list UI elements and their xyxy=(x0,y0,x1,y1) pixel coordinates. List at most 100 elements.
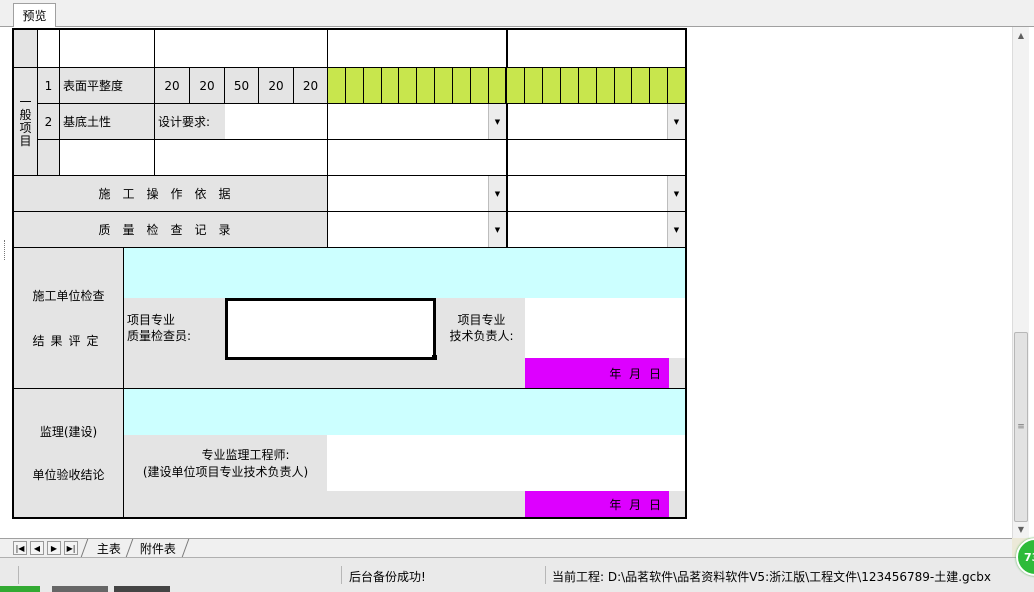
measurement-cell[interactable] xyxy=(650,68,669,103)
sheet-tab-attachment-label: 附件表 xyxy=(140,541,177,556)
contractor-title-line1: 施工单位检查 xyxy=(32,289,105,303)
row2-select-a[interactable]: ▼ xyxy=(328,104,508,140)
basis-select-b[interactable]: ▼ xyxy=(508,176,685,212)
contractor-title-line2: 结果评定 xyxy=(32,334,105,348)
item-cell[interactable] xyxy=(60,30,155,68)
measurement-cell[interactable] xyxy=(470,68,489,103)
measurement-cell[interactable] xyxy=(363,68,382,103)
measurement-cell[interactable] xyxy=(525,68,544,103)
dropdown-arrow-icon[interactable]: ▼ xyxy=(667,104,685,139)
splitter-grip[interactable] xyxy=(4,240,7,260)
supervisor-date-pad xyxy=(669,491,685,517)
row3-measure-a[interactable] xyxy=(328,140,508,176)
measurement-cell[interactable] xyxy=(452,68,471,103)
group-cell-top xyxy=(14,30,38,68)
tech-lead-label: 项目专业 技术负责人: xyxy=(438,298,525,389)
row2-label: 基底土性 xyxy=(60,104,155,140)
measure-cell-b[interactable] xyxy=(508,30,685,68)
contractor-date[interactable]: 年 月 日 xyxy=(525,358,669,389)
inspector-signature-area xyxy=(225,298,438,389)
basis-select-a[interactable]: ▼ xyxy=(328,176,508,212)
row3-index[interactable] xyxy=(38,140,60,176)
contractor-date-pad xyxy=(669,358,685,389)
tech-lead-signature-input[interactable] xyxy=(525,298,685,358)
taskbar-item[interactable] xyxy=(114,586,170,592)
index-cell[interactable] xyxy=(38,30,60,68)
row3-item[interactable] xyxy=(60,140,155,176)
design-requirement-label: 设计要求: xyxy=(155,104,225,140)
taskbar-item[interactable] xyxy=(52,586,108,592)
measurement-cell[interactable] xyxy=(543,68,561,103)
dropdown-arrow-icon[interactable]: ▼ xyxy=(488,212,506,247)
row1-value-5[interactable]: 20 xyxy=(294,68,328,104)
row1-value-3[interactable]: 50 xyxy=(225,68,259,104)
measurement-cell[interactable] xyxy=(578,68,597,103)
supervisor-title-line1: 监理(建设) xyxy=(39,425,98,439)
scroll-up-icon[interactable]: ▲ xyxy=(1013,27,1029,44)
scrollbar-thumb[interactable]: ≡ xyxy=(1014,332,1028,522)
row2-select-b[interactable]: ▼ xyxy=(508,104,685,140)
measurement-cell[interactable] xyxy=(507,68,526,103)
sheet-tab-main[interactable]: 主表 xyxy=(80,539,134,557)
scroll-down-icon[interactable]: ▼ xyxy=(1013,521,1029,538)
general-items-label: 一般项目 xyxy=(14,68,38,176)
quality-record-label: 质量检查记录 xyxy=(14,212,328,248)
engineer-label-line1: 专业监理工程师: xyxy=(201,448,290,462)
dropdown-arrow-icon[interactable]: ▼ xyxy=(667,212,685,247)
measurement-cell[interactable] xyxy=(632,68,651,103)
row1-index: 1 xyxy=(38,68,60,104)
row1-value-2[interactable]: 20 xyxy=(190,68,225,104)
measurement-cell[interactable] xyxy=(668,68,685,103)
engineer-label-line2: (建设单位项目专业技术负责人) xyxy=(142,465,309,479)
measurement-cell[interactable] xyxy=(328,68,346,103)
construction-basis-label: 施工操作依据 xyxy=(14,176,328,212)
row3-standard[interactable] xyxy=(155,140,328,176)
supervisor-date[interactable]: 年 月 日 xyxy=(525,491,669,517)
measurement-cell[interactable] xyxy=(399,68,418,103)
taskbar-start[interactable] xyxy=(0,586,40,592)
inspector-label: 项目专业 质量检查员: xyxy=(124,298,225,389)
vertical-scrollbar[interactable]: ▲ ≡ ▼ xyxy=(1012,27,1029,538)
tab-preview[interactable]: 预览 xyxy=(13,3,56,27)
measure-cell-a[interactable] xyxy=(328,30,508,68)
measurement-cell[interactable] xyxy=(381,68,400,103)
row1-measure-grid[interactable] xyxy=(328,68,685,104)
sheet-tab-main-label: 主表 xyxy=(97,541,122,556)
supervisor-signature-input[interactable] xyxy=(327,435,685,491)
measurement-cell[interactable] xyxy=(488,68,508,103)
measurement-cell[interactable] xyxy=(596,68,615,103)
row1-value-4[interactable]: 20 xyxy=(259,68,294,104)
measurement-cell[interactable] xyxy=(417,68,436,103)
backup-status: 后台备份成功! xyxy=(349,570,426,584)
inspector-signature-input[interactable] xyxy=(225,298,436,360)
measurement-cell[interactable] xyxy=(435,68,453,103)
standard-cell[interactable] xyxy=(155,30,328,68)
current-project-path: 当前工程: D:\品茗软件\品茗资料软件V5:浙江版\工程文件\12345678… xyxy=(552,570,991,584)
dropdown-arrow-icon[interactable]: ▼ xyxy=(488,104,506,139)
measurement-cell[interactable] xyxy=(345,68,364,103)
selection-handle[interactable] xyxy=(432,355,437,360)
contractor-section-label: 施工单位检查 结果评定 xyxy=(14,248,124,389)
row3-measure-b[interactable] xyxy=(508,140,685,176)
first-sheet-icon[interactable]: |◀ xyxy=(13,541,27,555)
measurement-cell[interactable] xyxy=(560,68,579,103)
prev-sheet-icon[interactable]: ◀ xyxy=(30,541,44,555)
dropdown-arrow-icon[interactable]: ▼ xyxy=(667,176,685,211)
row1-value-1[interactable]: 20 xyxy=(155,68,190,104)
record-select-a[interactable]: ▼ xyxy=(328,212,508,248)
row2-index: 2 xyxy=(38,104,60,140)
next-sheet-icon[interactable]: ▶ xyxy=(47,541,61,555)
sheet-tab-bar: |◀ ◀ ▶ ▶| 主表 附件表 xyxy=(0,538,1012,557)
design-requirement-input[interactable] xyxy=(225,104,328,140)
record-select-b[interactable]: ▼ xyxy=(508,212,685,248)
dropdown-arrow-icon[interactable]: ▼ xyxy=(488,176,506,211)
supervisor-engineer-label: 专业监理工程师: (建设单位项目专业技术负责人) xyxy=(124,435,327,491)
supervisor-title-line2: 单位验收结论 xyxy=(32,468,105,482)
contractor-conclusion-field[interactable] xyxy=(124,248,685,298)
sheet-tab-attachment[interactable]: 附件表 xyxy=(128,539,190,557)
measurement-cell[interactable] xyxy=(614,68,633,103)
supervisor-section-label: 监理(建设) 单位验收结论 xyxy=(14,389,124,517)
supervisor-conclusion-field[interactable] xyxy=(124,389,685,435)
last-sheet-icon[interactable]: ▶| xyxy=(64,541,78,555)
inspection-sheet: 一般项目 1 表面平整度 20 20 50 20 20 2 基底土性 设计要求:… xyxy=(12,28,687,519)
